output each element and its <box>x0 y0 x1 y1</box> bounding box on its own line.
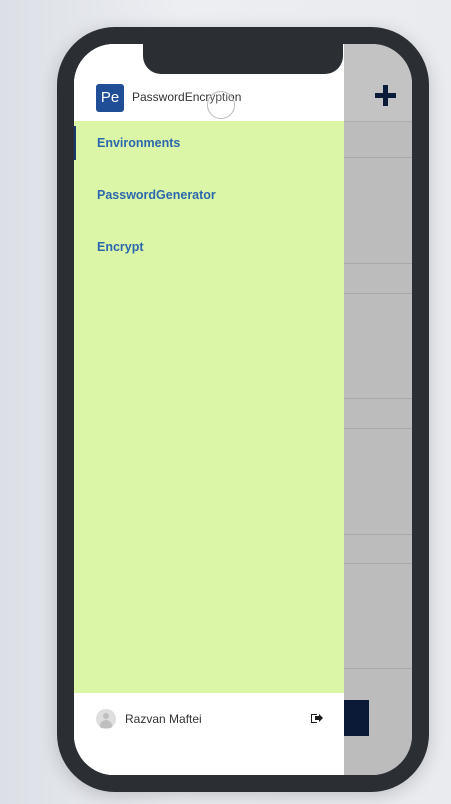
touch-cursor-indicator <box>207 91 235 119</box>
user-name[interactable]: Razvan Maftei <box>125 712 202 726</box>
plus-icon[interactable] <box>374 84 398 108</box>
drawer-nav: Environments PasswordGenerator Encrypt <box>74 121 344 693</box>
active-indicator <box>74 126 76 160</box>
nav-item-label: Environments <box>97 136 181 150</box>
sign-out-icon[interactable] <box>311 713 323 723</box>
nav-item-encrypt[interactable]: Encrypt <box>74 225 344 265</box>
navigation-drawer: Pe PasswordEncryption Environments Passw… <box>74 44 344 775</box>
nav-item-label: PasswordGenerator <box>97 188 216 202</box>
drawer-footer: Razvan Maftei <box>74 693 344 775</box>
phone-notch <box>143 44 343 74</box>
nav-item-passwordgenerator[interactable]: PasswordGenerator <box>74 173 344 213</box>
app-logo[interactable]: Pe <box>96 84 124 112</box>
nav-item-environments[interactable]: Environments <box>74 121 344 161</box>
nav-item-label: Encrypt <box>97 240 144 254</box>
sign-out-arrow-tip <box>319 714 323 722</box>
phone-screen: Pe PasswordEncryption Environments Passw… <box>74 44 412 775</box>
avatar-head <box>103 713 109 719</box>
avatar-body <box>100 720 112 728</box>
user-avatar-icon[interactable] <box>96 709 116 729</box>
background-action-button[interactable] <box>342 700 369 736</box>
